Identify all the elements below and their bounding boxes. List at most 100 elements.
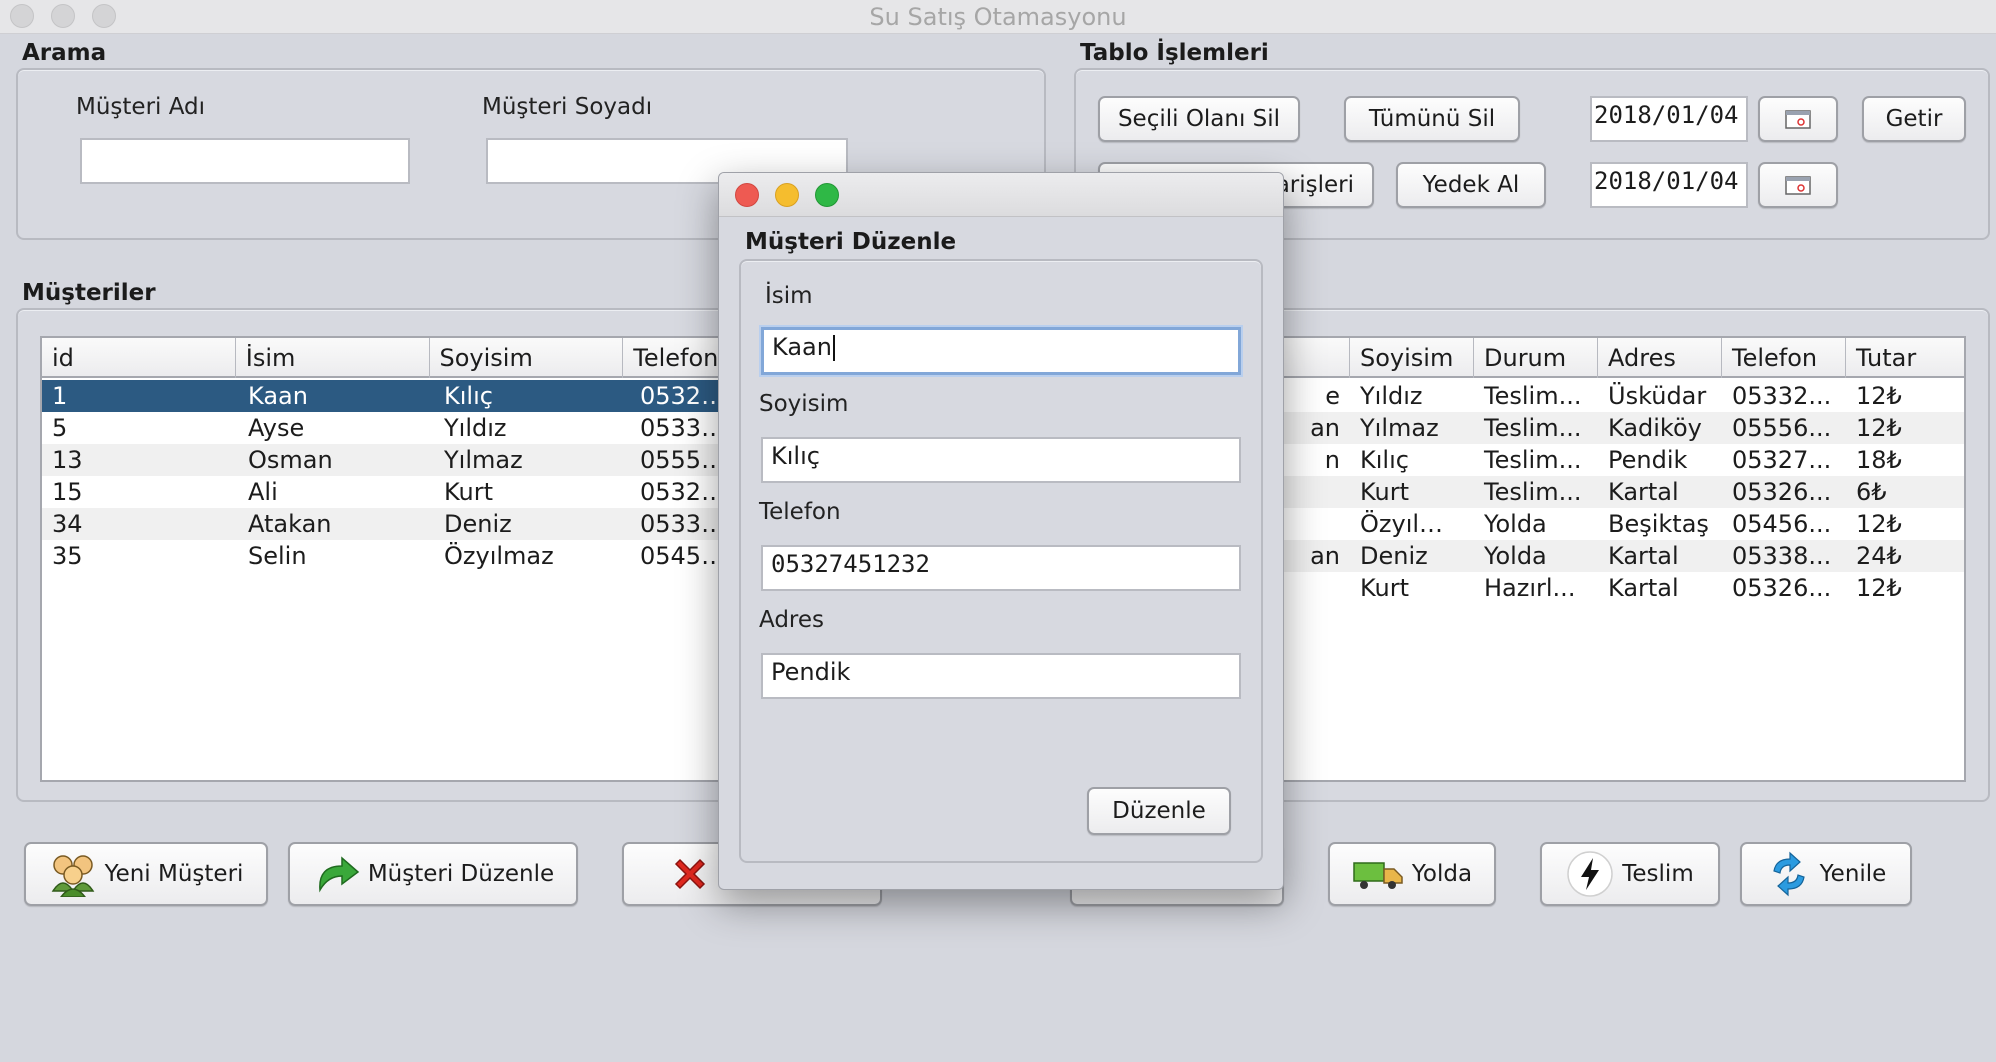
calendar-icon <box>1785 175 1811 195</box>
end-date-picker-button[interactable] <box>1758 162 1838 208</box>
phone-input[interactable]: 05327451232 <box>761 545 1241 591</box>
column-header-name[interactable]: İsim <box>236 338 430 378</box>
cell-address: Kartal <box>1608 542 1679 570</box>
fetch-button[interactable]: Getir <box>1862 96 1966 142</box>
backup-button[interactable]: Yedek Al <box>1396 162 1546 208</box>
cell-surname: Kurt <box>1360 478 1410 506</box>
window-titlebar: Su Satış Otamasyonu <box>0 0 1996 34</box>
cell-surname: Yıldız <box>1360 382 1423 410</box>
redo-arrow-icon <box>312 854 360 894</box>
cell-amount: 12₺ <box>1856 574 1902 602</box>
edit-customer-button[interactable]: Müşteri Düzenle <box>288 842 578 906</box>
cell-surname: Deniz <box>1360 542 1428 570</box>
cell-surname: Özyılmaz <box>444 542 554 570</box>
customers-table[interactable]: id İsim Soyisim Telefon 1 Kaan Kılıç 053… <box>40 336 740 782</box>
dialog-minimize-button[interactable] <box>775 183 799 207</box>
column-header-address[interactable]: Adres <box>1598 338 1722 378</box>
cell-surname: Yılmaz <box>1360 414 1439 442</box>
refresh-icon <box>1766 851 1812 897</box>
cell-name: Osman <box>248 446 333 474</box>
cell-phone: 05338... <box>1732 542 1832 570</box>
dialog-maximize-button[interactable] <box>815 183 839 207</box>
cell-surname: Kılıç <box>1360 446 1409 474</box>
delete-all-button[interactable]: Tümünü Sil <box>1344 96 1520 142</box>
column-header-id[interactable]: id <box>42 338 236 378</box>
cell-status: Teslim... <box>1484 446 1582 474</box>
first-name-search-input[interactable] <box>80 138 410 184</box>
delivered-label: Teslim <box>1622 861 1694 887</box>
cell-amount: 12₺ <box>1856 382 1902 410</box>
dialog-edit-button[interactable]: Düzenle <box>1087 787 1231 835</box>
cell-name: Ali <box>248 478 278 506</box>
column-header-surname[interactable]: Soyisim <box>430 338 624 378</box>
search-group-label: Arama <box>22 40 107 66</box>
table-row[interactable]: 1 Kaan Kılıç 05327451232 <box>42 380 738 412</box>
cell-status: Teslim... <box>1484 382 1582 410</box>
cell-status: Teslim... <box>1484 478 1582 506</box>
cell-id: 35 <box>52 542 83 570</box>
cell-amount: 12₺ <box>1856 510 1902 538</box>
table-row[interactable]: 34 Atakan Deniz 05338... <box>42 508 738 540</box>
cell-id: 1 <box>52 382 68 410</box>
cell-name: Atakan <box>248 510 332 538</box>
refresh-button[interactable]: Yenile <box>1740 842 1912 906</box>
column-header-amount[interactable]: Tutar <box>1846 338 1964 378</box>
new-customer-button[interactable]: Yeni Müşteri <box>24 842 268 906</box>
first-name-label: Müşteri Adı <box>76 94 206 120</box>
name-input-value: Kaan <box>772 333 832 361</box>
new-customer-label: Yeni Müşteri <box>104 861 244 887</box>
cell-name: Selin <box>248 542 307 570</box>
calendar-icon <box>1785 109 1811 129</box>
dialog-close-button[interactable] <box>735 183 759 207</box>
cell-phone: 05327... <box>1732 446 1832 474</box>
customers-group-label: Müşteriler <box>22 280 156 306</box>
name-label: İsim <box>765 283 813 309</box>
users-icon <box>49 851 97 897</box>
cell-surname: Kurt <box>1360 574 1410 602</box>
table-row[interactable]: 5 Ayse Yıldız 05332... <box>42 412 738 444</box>
phone-label: Telefon <box>759 499 841 525</box>
name-input[interactable]: Kaan <box>761 327 1241 375</box>
cell-id: 15 <box>52 478 83 506</box>
column-header-phone[interactable]: Telefon <box>1722 338 1846 378</box>
cell-surname: Yıldız <box>444 414 507 442</box>
cell-amount: 6₺ <box>1856 478 1887 506</box>
column-header-surname[interactable]: Soyisim <box>1350 338 1474 378</box>
cell-id: 34 <box>52 510 83 538</box>
cell-name: Ayse <box>248 414 305 442</box>
cell-address: Kartal <box>1608 478 1679 506</box>
cell-status: Teslim... <box>1484 414 1582 442</box>
delete-x-icon <box>670 854 710 894</box>
cell-surname: Özyılm... <box>1360 510 1466 538</box>
table-row[interactable]: 15 Ali Kurt 05326... <box>42 476 738 508</box>
cell-name: Kaan <box>248 382 308 410</box>
surname-input[interactable]: Kılıç <box>761 437 1241 483</box>
column-header-status[interactable]: Durum <box>1474 338 1598 378</box>
table-ops-group-label: Tablo İşlemleri <box>1080 40 1269 66</box>
cell-address: Üsküdar <box>1608 382 1707 410</box>
edit-customer-dialog: Müşteri Düzenle İsim Kaan Soyisim Kılıç … <box>718 172 1284 890</box>
table-row[interactable]: 13 Osman Yılmaz 05556... <box>42 444 738 476</box>
cell-status: Yolda <box>1484 542 1547 570</box>
on-the-way-label: Yolda <box>1411 861 1473 887</box>
start-date-picker-button[interactable] <box>1758 96 1838 142</box>
truck-icon <box>1352 857 1404 891</box>
cell-id: 5 <box>52 414 68 442</box>
edit-customer-label: Müşteri Düzenle <box>367 861 555 887</box>
address-input[interactable]: Pendik <box>761 653 1241 699</box>
surname-label: Soyisim <box>759 391 849 417</box>
on-the-way-button[interactable]: Yolda <box>1328 842 1496 906</box>
end-date-input[interactable]: 2018/01/04 <box>1590 162 1748 208</box>
table-row[interactable]: 35 Selin Özyılmaz 05456... <box>42 540 738 572</box>
window-title: Su Satış Otamasyonu <box>869 3 1127 31</box>
cell-phone: 05326... <box>1732 574 1832 602</box>
text-caret <box>832 335 835 361</box>
delivered-button[interactable]: Teslim <box>1540 842 1720 906</box>
cell-phone: 05326... <box>1732 478 1832 506</box>
cell-address: Kadiköy <box>1608 414 1702 442</box>
dialog-group-label: Müşteri Düzenle <box>745 229 957 255</box>
cell-amount: 24₺ <box>1856 542 1902 570</box>
start-date-input[interactable]: 2018/01/04 <box>1590 96 1748 142</box>
delete-selected-button[interactable]: Seçili Olanı Sil <box>1098 96 1300 142</box>
cell-status: Hazırl... <box>1484 574 1576 602</box>
